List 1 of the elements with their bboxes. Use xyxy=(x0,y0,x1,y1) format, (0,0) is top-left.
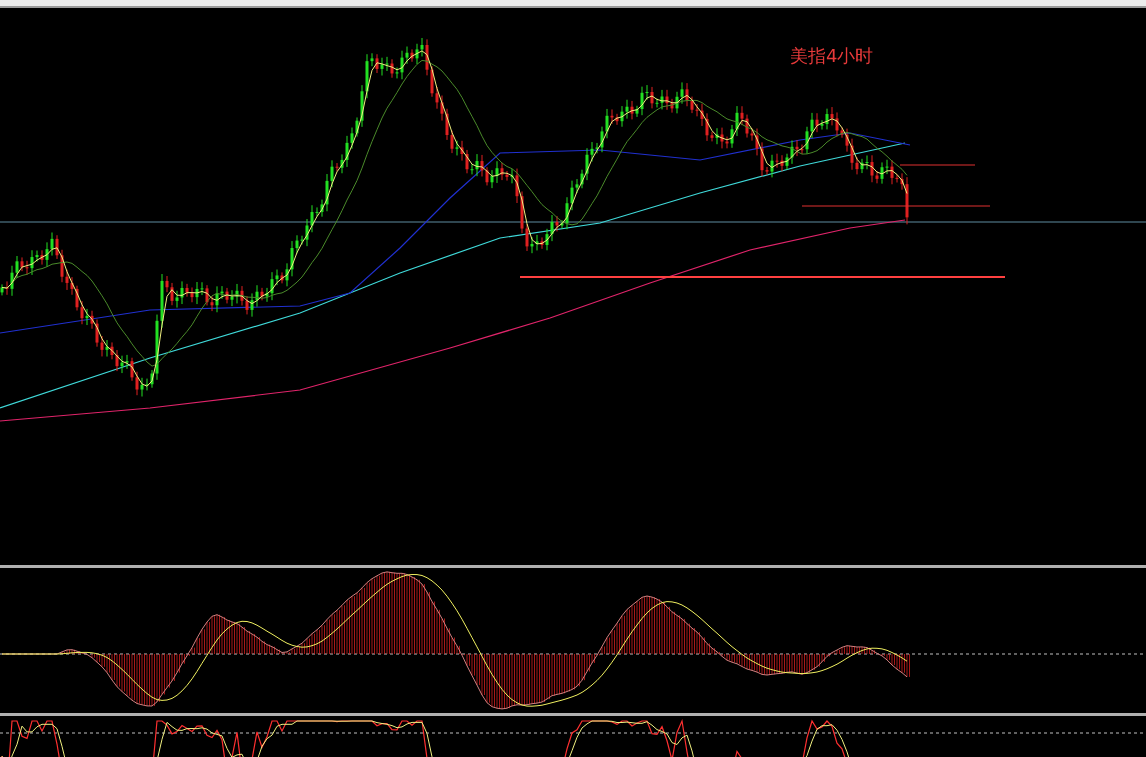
chart-title: 美指4小时 xyxy=(790,44,874,68)
